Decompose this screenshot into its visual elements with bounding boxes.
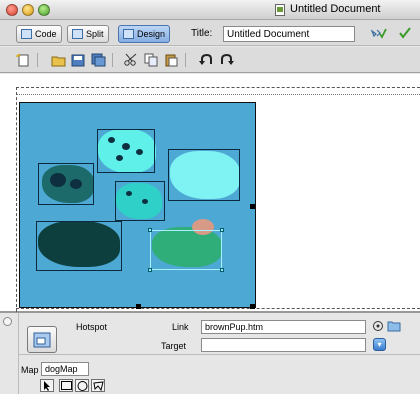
paste-icon[interactable] — [164, 53, 179, 67]
design-view-icon — [123, 29, 134, 39]
hotspot-resize-handle[interactable] — [148, 228, 152, 232]
link-input[interactable] — [201, 320, 366, 334]
toolbar-separator — [112, 53, 113, 67]
hotspot-rectangle[interactable] — [38, 163, 94, 205]
polygon-hotspot-tool[interactable] — [91, 379, 105, 392]
open-folder-icon[interactable] — [51, 53, 66, 67]
undo-icon[interactable] — [199, 53, 214, 67]
collapse-panel-button[interactable] — [3, 317, 12, 326]
code-view-label: Code — [35, 29, 57, 39]
preview-browser-icon[interactable] — [398, 27, 412, 40]
save-all-icon[interactable] — [91, 53, 106, 67]
map-name-input[interactable] — [41, 362, 89, 376]
split-view-button[interactable]: Split — [67, 25, 109, 43]
hotspot-resize-handle[interactable] — [220, 228, 224, 232]
document-icon — [275, 4, 285, 16]
zoom-window-button[interactable] — [38, 4, 50, 16]
image-resize-handle[interactable] — [250, 304, 255, 309]
window-title: Untitled Document — [290, 3, 381, 15]
document-title-input[interactable] — [223, 26, 355, 42]
image-resize-handle[interactable] — [136, 304, 141, 309]
copy-icon[interactable] — [144, 53, 159, 67]
target-input[interactable] — [201, 338, 366, 352]
toolbar-separator — [37, 53, 38, 67]
redo-icon[interactable] — [219, 53, 234, 67]
page-boundary-bottom — [16, 308, 420, 309]
page-boundary-top — [16, 87, 420, 88]
window-titlebar: Untitled Document — [0, 0, 420, 20]
page-boundary-left — [16, 87, 17, 312]
split-view-label: Split — [86, 29, 104, 39]
hotspot-resize-handle[interactable] — [148, 268, 152, 272]
dog-image-map[interactable] — [20, 103, 255, 307]
selected-hotspot-brownpup[interactable] — [148, 228, 224, 272]
standard-toolbar — [0, 47, 420, 73]
check-validate-icon[interactable] — [371, 27, 387, 40]
title-label: Title: — [191, 28, 213, 39]
hotspot-rectangle[interactable] — [115, 181, 165, 221]
minimize-window-button[interactable] — [22, 4, 34, 16]
design-view-label: Design — [137, 29, 166, 39]
hotspot-rectangle[interactable] — [97, 129, 155, 173]
pointer-arrow-icon — [44, 380, 50, 391]
hotspot-glyph-icon — [33, 332, 51, 347]
hotspot-icon — [27, 326, 57, 353]
save-icon[interactable] — [71, 53, 86, 67]
design-canvas[interactable] — [0, 74, 420, 312]
pointer-hotspot-tool[interactable] — [40, 379, 54, 392]
close-window-button[interactable] — [6, 4, 18, 16]
polygon-shape-icon — [92, 380, 104, 391]
new-document-icon[interactable] — [16, 53, 31, 67]
hotspot-resize-handle[interactable] — [220, 268, 224, 272]
cut-icon[interactable] — [124, 53, 139, 67]
link-label: Link — [172, 322, 189, 332]
browse-folder-icon[interactable] — [387, 319, 401, 332]
split-view-icon — [72, 29, 83, 39]
circle-shape-icon — [77, 380, 87, 391]
toolbar-separator — [185, 53, 186, 67]
properties-inspector: Hotspot Link Target ▾ Map — [0, 312, 420, 394]
rectangle-shape-icon — [60, 381, 72, 390]
element-type-label: Hotspot — [76, 322, 108, 332]
circle-hotspot-tool[interactable] — [75, 379, 89, 392]
hotspot-rectangle[interactable] — [168, 149, 240, 201]
target-label: Target — [161, 341, 187, 351]
document-toolbar: Code Split Design Title: — [0, 20, 420, 46]
target-dropdown-button[interactable]: ▾ — [373, 338, 386, 351]
inspector-divider — [18, 313, 19, 394]
page-boundary-line — [16, 94, 420, 95]
design-view-button[interactable]: Design — [118, 25, 171, 43]
image-resize-handle[interactable] — [250, 204, 255, 209]
code-view-icon — [21, 29, 32, 39]
hotspot-rectangle[interactable] — [36, 221, 122, 271]
code-view-button[interactable]: Code — [16, 25, 62, 43]
map-label: Map — [21, 365, 39, 375]
inspector-divider — [18, 354, 420, 355]
rectangle-hotspot-tool[interactable] — [59, 379, 73, 392]
point-to-file-icon[interactable] — [372, 320, 384, 332]
